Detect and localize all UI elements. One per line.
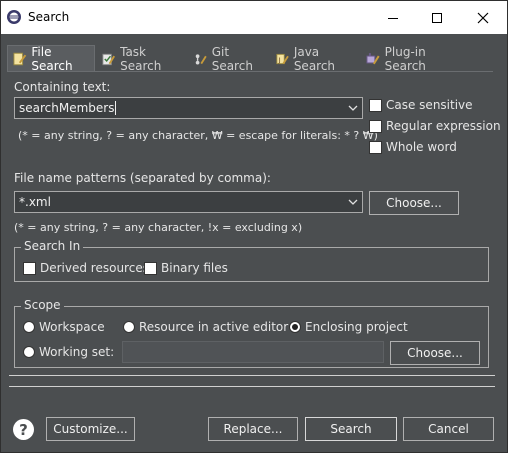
tab-label: Git Search	[211, 44, 253, 73]
containing-text-value: searchMembers	[19, 101, 115, 115]
button-label: Cancel	[428, 422, 469, 436]
customize-button[interactable]: Customize...	[46, 417, 135, 441]
minimize-icon	[388, 17, 398, 19]
containing-text-hint: (* = any string, ? = any character, ₩ = …	[18, 129, 378, 142]
tab-label: Task Search	[120, 44, 162, 73]
java-search-icon: J	[276, 53, 289, 64]
tab-file-search[interactable]: File Search	[7, 45, 95, 73]
scope-legend: Scope	[21, 298, 64, 312]
workspace-label: Workspace	[39, 320, 105, 334]
checkbox-box[interactable]	[369, 119, 382, 133]
working-set-field	[122, 341, 384, 363]
separator-bottom	[9, 386, 495, 387]
file-patterns-combo[interactable]: *.xml	[14, 191, 363, 213]
tab-task-search[interactable]: Task Search	[97, 44, 187, 73]
working-set-label: Working set:	[39, 345, 115, 359]
button-label: Customize...	[53, 422, 128, 436]
replace-button[interactable]: Replace...	[208, 417, 298, 441]
checkbox-box[interactable]	[23, 261, 36, 275]
file-patterns-hint: (* = any string, ? = any character, !x =…	[14, 221, 303, 234]
help-icon[interactable]: ?	[13, 419, 34, 440]
separator-top	[9, 375, 495, 376]
checkbox-box[interactable]	[144, 261, 157, 275]
button-label: Choose...	[386, 196, 442, 210]
working-set-radio[interactable]: Working set:	[23, 345, 114, 359]
file-search-icon	[13, 52, 27, 66]
active-editor-radio[interactable]: Resource in active editor	[123, 320, 288, 334]
window-title: Search	[28, 10, 70, 24]
svg-text:J: J	[278, 55, 281, 63]
title-bar: Search	[1, 1, 507, 34]
button-label: Search	[330, 422, 372, 436]
chevron-down-icon[interactable]	[348, 104, 358, 112]
case-sensitive-label: Case sensitive	[386, 98, 473, 112]
tab-plugin-search[interactable]: Plug-in Search	[361, 44, 469, 73]
regex-label: Regular expression	[386, 119, 501, 133]
button-label: Replace...	[223, 422, 283, 436]
search-dialog: Search File Search Task Search Git Searc…	[0, 0, 508, 453]
search-tabs: File Search Task Search Git Search J Jav…	[7, 44, 493, 73]
eclipse-icon	[7, 10, 21, 24]
plugin-search-icon	[366, 52, 380, 64]
working-set-choose-button[interactable]: Choose...	[390, 341, 480, 365]
file-patterns-value: *.xml	[19, 195, 51, 209]
tab-git-search[interactable]: Git Search	[189, 44, 269, 73]
enclosing-project-radio[interactable]: Enclosing project	[289, 320, 408, 334]
search-in-legend: Search In	[21, 239, 84, 253]
workspace-radio[interactable]: Workspace	[23, 320, 105, 334]
radio-dot-selected[interactable]	[289, 321, 301, 333]
containing-text-label: Containing text:	[14, 80, 111, 94]
tab-label: File Search	[31, 45, 73, 73]
derived-resources-label: Derived resources	[40, 261, 149, 275]
maximize-button[interactable]	[414, 1, 460, 34]
button-label: Choose...	[407, 346, 463, 360]
file-patterns-label: File name patterns (separated by comma):	[14, 171, 271, 185]
radio-dot[interactable]	[23, 346, 35, 358]
checkbox-box[interactable]	[369, 140, 382, 154]
cancel-button[interactable]: Cancel	[403, 417, 494, 441]
radio-dot[interactable]	[23, 321, 35, 333]
close-icon	[477, 12, 489, 23]
binary-files-label: Binary files	[161, 261, 228, 275]
tab-java-search[interactable]: J Java Search	[271, 44, 359, 73]
tab-label: Java Search	[293, 44, 336, 73]
text-caret	[115, 101, 117, 115]
whole-word-label: Whole word	[386, 140, 457, 154]
scope-group: Scope Workspace Resource in active edito…	[14, 298, 489, 368]
containing-text-combo[interactable]: searchMembers	[14, 97, 363, 119]
git-search-icon	[195, 53, 207, 65]
tab-divider	[7, 71, 493, 72]
tab-label: Plug-in Search	[384, 44, 426, 73]
radio-dot[interactable]	[123, 321, 135, 333]
minimize-button[interactable]	[370, 1, 416, 34]
enclosing-project-label: Enclosing project	[305, 320, 408, 334]
case-sensitive-checkbox[interactable]: Case sensitive	[369, 98, 473, 112]
search-button[interactable]: Search	[305, 417, 397, 441]
active-editor-label: Resource in active editor	[139, 320, 289, 334]
derived-resources-checkbox[interactable]: Derived resources	[23, 261, 149, 275]
close-button[interactable]	[460, 1, 506, 34]
binary-files-checkbox[interactable]: Binary files	[144, 261, 228, 275]
search-in-group: Search In Derived resources Binary files	[14, 239, 489, 282]
regex-checkbox[interactable]: Regular expression	[369, 119, 501, 133]
patterns-choose-button[interactable]: Choose...	[369, 191, 459, 215]
checkbox-box[interactable]	[369, 98, 382, 112]
whole-word-checkbox[interactable]: Whole word	[369, 140, 457, 154]
maximize-icon	[432, 12, 442, 23]
chevron-down-icon[interactable]	[348, 198, 358, 206]
task-search-icon	[102, 53, 116, 65]
